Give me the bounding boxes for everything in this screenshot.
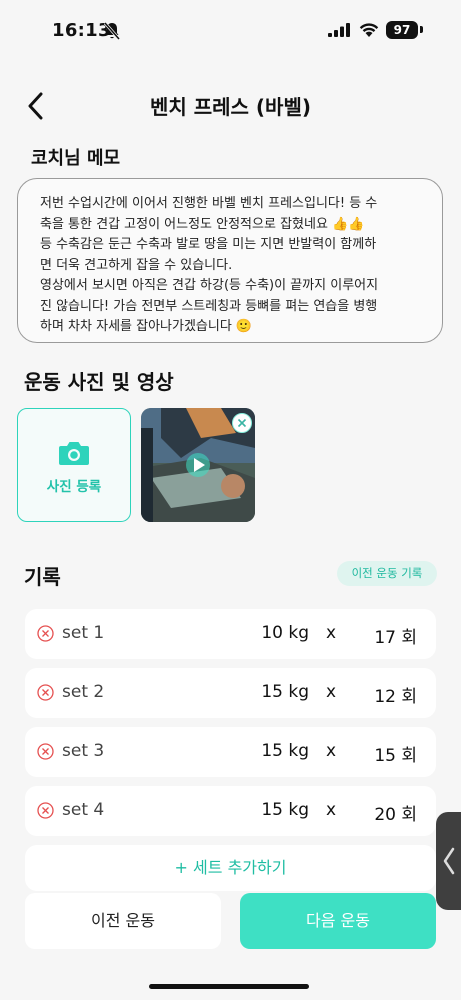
set-reps[interactable]: 15 회 [374,741,417,766]
home-indicator [149,984,309,989]
page-title: 벤치 프레스 (바벨) [149,95,311,119]
add-photo-label: 사진 등록 [46,479,102,495]
remove-set-icon[interactable] [37,743,54,760]
set-label: set 3 [62,741,105,761]
signal-icon [328,23,350,37]
set-reps[interactable]: 20 회 [374,800,417,825]
set-multiply: x [326,800,337,820]
set-label: set 2 [62,682,105,702]
media-section-title: 운동 사진 및 영상 [24,370,174,394]
chevron-left-icon [443,847,455,875]
remove-media-button[interactable] [232,413,252,433]
set-row: set 2 15 kg x 12 회 [25,668,436,718]
set-row: set 1 10 kg x 17 회 [25,609,436,659]
set-weight[interactable]: 10 kg [261,623,309,643]
camera-icon [59,442,89,465]
memo-title: 코치님 메모 [31,148,121,169]
set-weight[interactable]: 15 kg [261,741,309,761]
set-multiply: x [326,682,337,702]
set-reps[interactable]: 17 회 [374,623,417,648]
add-set-button[interactable]: + 세트 추가하기 [25,845,436,891]
set-multiply: x [326,623,337,643]
wifi-icon [359,23,379,37]
battery-level: 97 [386,21,418,39]
remove-set-icon[interactable] [37,625,54,642]
remove-set-icon[interactable] [37,802,54,819]
bell-off-icon [104,22,120,40]
records-title: 기록 [24,565,61,589]
side-drawer-handle[interactable] [436,812,461,910]
previous-exercise-button[interactable]: 이전 운동 [25,893,221,949]
coach-memo-text: 저번 수업시간에 이어서 진행한 바벨 벤치 프레스입니다! 등 수 축을 통한… [17,178,443,343]
remove-set-icon[interactable] [37,684,54,701]
status-time: 16:13 [52,20,111,41]
status-bar: 16:13 97 [0,0,461,62]
close-icon [237,418,247,428]
set-weight[interactable]: 15 kg [261,800,309,820]
set-row: set 3 15 kg x 15 회 [25,727,436,777]
add-photo-button[interactable]: 사진 등록 [17,408,131,522]
battery-tip [420,26,423,33]
next-exercise-button[interactable]: 다음 운동 [240,893,436,949]
set-label: set 4 [62,800,105,820]
set-weight[interactable]: 15 kg [261,682,309,702]
set-label: set 1 [62,623,105,643]
previous-record-button[interactable]: 이전 운동 기록 [337,561,437,586]
set-row: set 4 15 kg x 20 회 [25,786,436,836]
set-multiply: x [326,741,337,761]
set-reps[interactable]: 12 회 [374,682,417,707]
